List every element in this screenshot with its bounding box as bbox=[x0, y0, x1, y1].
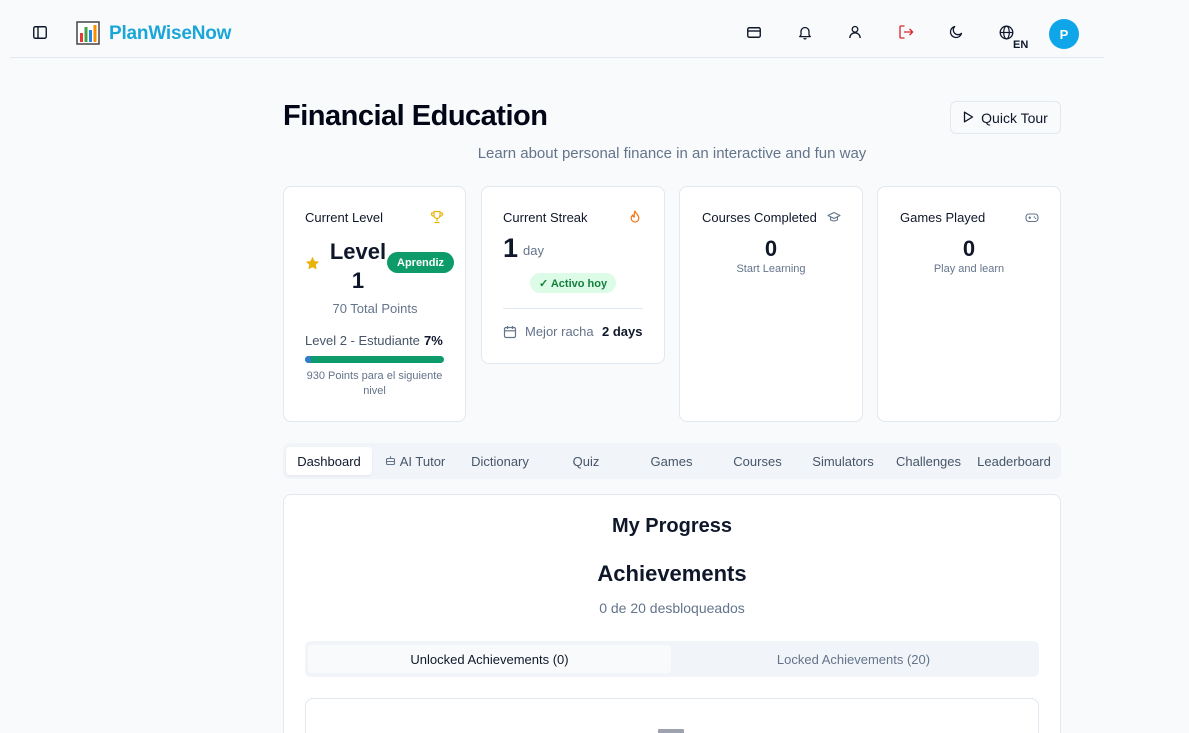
quick-tour-button[interactable]: Quick Tour bbox=[950, 101, 1061, 134]
courses-completed-title: Courses Completed bbox=[702, 210, 817, 225]
achievements-list-card bbox=[305, 698, 1039, 733]
main-tabs: Dashboard AI Tutor Dictionary Quiz Games… bbox=[283, 443, 1061, 479]
calendar-icon bbox=[503, 325, 517, 339]
current-level-title: Current Level bbox=[305, 210, 384, 225]
tab-courses[interactable]: Courses bbox=[715, 447, 800, 475]
courses-completed-card: Courses Completed 0 Start Learning bbox=[679, 186, 863, 422]
language-code[interactable]: EN bbox=[1013, 39, 1028, 51]
best-streak-value: 2 days bbox=[602, 324, 643, 339]
logout-icon[interactable] bbox=[897, 23, 915, 41]
level-progress-fill bbox=[305, 356, 444, 363]
courses-completed-value: 0 bbox=[764, 236, 778, 261]
page-title: Financial Education bbox=[283, 100, 548, 132]
chart-logo-icon[interactable] bbox=[76, 21, 100, 45]
current-streak-card: Current Streak 1 day ✓ Activo hoy Mejor … bbox=[481, 186, 665, 364]
play-icon bbox=[963, 110, 974, 126]
achievements-count: 0 de 20 desbloqueados bbox=[599, 600, 745, 616]
page-subtitle: Learn about personal finance in an inter… bbox=[477, 145, 867, 162]
tab-ai-tutor[interactable]: AI Tutor bbox=[374, 447, 456, 475]
games-played-sub: Play and learn bbox=[933, 263, 1005, 275]
top-bar: PlanWiseNow EN P bbox=[10, 0, 1104, 58]
gamepad-icon bbox=[1025, 210, 1039, 224]
achievement-tabs: Unlocked Achievements (0) Locked Achieve… bbox=[305, 641, 1039, 677]
empty-state-icon bbox=[658, 729, 684, 733]
level-progress-bar bbox=[305, 356, 444, 363]
credit-card-icon[interactable] bbox=[745, 23, 763, 41]
progress-panel: My Progress Achievements 0 de 20 desbloq… bbox=[283, 494, 1061, 733]
star-icon bbox=[305, 256, 320, 276]
current-level-card: Current Level Level 1 Aprendiz 70 Total … bbox=[283, 186, 466, 422]
level-progress-percent: 7% bbox=[424, 333, 443, 348]
divider bbox=[503, 308, 643, 309]
tab-simulators[interactable]: Simulators bbox=[800, 447, 886, 475]
sidebar-toggle-icon[interactable] bbox=[32, 23, 48, 41]
level-value: Level 1 bbox=[329, 239, 387, 293]
brand-name[interactable]: PlanWiseNow bbox=[109, 23, 231, 45]
tab-unlocked-achievements[interactable]: Unlocked Achievements (0) bbox=[308, 645, 671, 673]
graduation-cap-icon bbox=[827, 210, 841, 224]
courses-completed-sub: Start Learning bbox=[736, 263, 806, 275]
quick-tour-label: Quick Tour bbox=[981, 109, 1048, 126]
next-level-label: Level 2 - Estudiante bbox=[305, 333, 420, 348]
tab-dictionary[interactable]: Dictionary bbox=[458, 447, 542, 475]
robot-icon bbox=[385, 454, 396, 469]
flame-icon bbox=[628, 210, 642, 224]
games-played-title: Games Played bbox=[900, 210, 986, 225]
tab-leaderboard[interactable]: Leaderboard bbox=[971, 447, 1057, 475]
streak-value: 1 bbox=[503, 233, 519, 263]
current-streak-title: Current Streak bbox=[503, 210, 588, 225]
tab-locked-achievements[interactable]: Locked Achievements (20) bbox=[672, 645, 1035, 673]
tab-quiz[interactable]: Quiz bbox=[543, 447, 629, 475]
tab-dashboard[interactable]: Dashboard bbox=[286, 447, 372, 475]
moon-icon[interactable] bbox=[947, 23, 965, 41]
best-streak-label: Mejor racha bbox=[525, 324, 594, 339]
games-played-value: 0 bbox=[962, 236, 976, 261]
tab-ai-tutor-label: AI Tutor bbox=[399, 453, 446, 469]
level-rank-badge: Aprendiz bbox=[387, 252, 455, 273]
tab-games[interactable]: Games bbox=[629, 447, 714, 475]
streak-active-badge: ✓ Activo hoy bbox=[530, 273, 617, 293]
user-icon[interactable] bbox=[846, 23, 864, 41]
streak-unit: day bbox=[523, 243, 544, 258]
my-progress-title: My Progress bbox=[611, 515, 733, 537]
achievements-title: Achievements bbox=[597, 561, 747, 586]
avatar[interactable]: P bbox=[1049, 19, 1079, 49]
points-remaining: 930 Points para el siguiente nivel bbox=[306, 370, 443, 397]
bell-icon[interactable] bbox=[796, 23, 814, 41]
trophy-icon bbox=[430, 210, 444, 224]
tab-challenges[interactable]: Challenges bbox=[886, 447, 971, 475]
games-played-card: Games Played 0 Play and learn bbox=[877, 186, 1061, 422]
total-points: 70 Total Points bbox=[332, 301, 418, 316]
